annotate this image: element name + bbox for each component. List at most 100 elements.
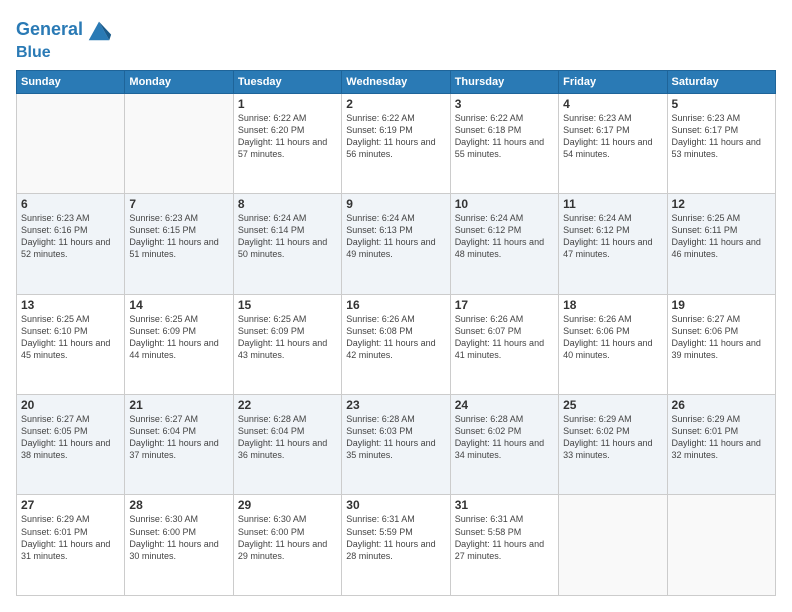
day-info: Sunrise: 6:31 AM Sunset: 5:58 PM Dayligh…	[455, 513, 554, 562]
day-info: Sunrise: 6:28 AM Sunset: 6:02 PM Dayligh…	[455, 413, 554, 462]
day-info: Sunrise: 6:24 AM Sunset: 6:12 PM Dayligh…	[563, 212, 662, 261]
weekday-header-saturday: Saturday	[667, 70, 775, 93]
day-number: 7	[129, 197, 228, 211]
calendar-cell: 15Sunrise: 6:25 AM Sunset: 6:09 PM Dayli…	[233, 294, 341, 394]
day-number: 8	[238, 197, 337, 211]
day-number: 24	[455, 398, 554, 412]
day-info: Sunrise: 6:31 AM Sunset: 5:59 PM Dayligh…	[346, 513, 445, 562]
calendar-cell: 10Sunrise: 6:24 AM Sunset: 6:12 PM Dayli…	[450, 194, 558, 294]
weekday-header-monday: Monday	[125, 70, 233, 93]
logo-text: General	[16, 16, 113, 44]
calendar-cell: 1Sunrise: 6:22 AM Sunset: 6:20 PM Daylig…	[233, 93, 341, 193]
day-number: 14	[129, 298, 228, 312]
day-info: Sunrise: 6:24 AM Sunset: 6:13 PM Dayligh…	[346, 212, 445, 261]
day-number: 30	[346, 498, 445, 512]
day-info: Sunrise: 6:22 AM Sunset: 6:19 PM Dayligh…	[346, 112, 445, 161]
day-info: Sunrise: 6:24 AM Sunset: 6:12 PM Dayligh…	[455, 212, 554, 261]
logo-icon	[85, 16, 113, 44]
day-number: 10	[455, 197, 554, 211]
calendar-cell	[667, 495, 775, 596]
weekday-header-sunday: Sunday	[17, 70, 125, 93]
day-info: Sunrise: 6:25 AM Sunset: 6:11 PM Dayligh…	[672, 212, 771, 261]
calendar-cell: 16Sunrise: 6:26 AM Sunset: 6:08 PM Dayli…	[342, 294, 450, 394]
week-row-0: 1Sunrise: 6:22 AM Sunset: 6:20 PM Daylig…	[17, 93, 776, 193]
calendar-cell	[559, 495, 667, 596]
day-info: Sunrise: 6:30 AM Sunset: 6:00 PM Dayligh…	[238, 513, 337, 562]
calendar-cell: 12Sunrise: 6:25 AM Sunset: 6:11 PM Dayli…	[667, 194, 775, 294]
weekday-header-tuesday: Tuesday	[233, 70, 341, 93]
day-info: Sunrise: 6:25 AM Sunset: 6:09 PM Dayligh…	[238, 313, 337, 362]
day-info: Sunrise: 6:25 AM Sunset: 6:10 PM Dayligh…	[21, 313, 120, 362]
calendar-cell: 2Sunrise: 6:22 AM Sunset: 6:19 PM Daylig…	[342, 93, 450, 193]
day-number: 13	[21, 298, 120, 312]
day-number: 16	[346, 298, 445, 312]
day-number: 6	[21, 197, 120, 211]
calendar-cell: 29Sunrise: 6:30 AM Sunset: 6:00 PM Dayli…	[233, 495, 341, 596]
day-number: 11	[563, 197, 662, 211]
day-number: 23	[346, 398, 445, 412]
day-info: Sunrise: 6:22 AM Sunset: 6:20 PM Dayligh…	[238, 112, 337, 161]
day-number: 12	[672, 197, 771, 211]
day-number: 26	[672, 398, 771, 412]
week-row-3: 20Sunrise: 6:27 AM Sunset: 6:05 PM Dayli…	[17, 395, 776, 495]
day-info: Sunrise: 6:30 AM Sunset: 6:00 PM Dayligh…	[129, 513, 228, 562]
day-info: Sunrise: 6:26 AM Sunset: 6:07 PM Dayligh…	[455, 313, 554, 362]
day-number: 9	[346, 197, 445, 211]
day-info: Sunrise: 6:23 AM Sunset: 6:15 PM Dayligh…	[129, 212, 228, 261]
day-info: Sunrise: 6:28 AM Sunset: 6:03 PM Dayligh…	[346, 413, 445, 462]
day-info: Sunrise: 6:26 AM Sunset: 6:08 PM Dayligh…	[346, 313, 445, 362]
calendar-cell: 28Sunrise: 6:30 AM Sunset: 6:00 PM Dayli…	[125, 495, 233, 596]
calendar-cell: 30Sunrise: 6:31 AM Sunset: 5:59 PM Dayli…	[342, 495, 450, 596]
calendar-cell: 8Sunrise: 6:24 AM Sunset: 6:14 PM Daylig…	[233, 194, 341, 294]
calendar-cell: 27Sunrise: 6:29 AM Sunset: 6:01 PM Dayli…	[17, 495, 125, 596]
calendar-cell: 7Sunrise: 6:23 AM Sunset: 6:15 PM Daylig…	[125, 194, 233, 294]
page: General Blue SundayMondayTuesdayWednesda…	[0, 0, 792, 612]
calendar-cell	[125, 93, 233, 193]
week-row-1: 6Sunrise: 6:23 AM Sunset: 6:16 PM Daylig…	[17, 194, 776, 294]
calendar-cell: 11Sunrise: 6:24 AM Sunset: 6:12 PM Dayli…	[559, 194, 667, 294]
calendar-cell: 9Sunrise: 6:24 AM Sunset: 6:13 PM Daylig…	[342, 194, 450, 294]
week-row-2: 13Sunrise: 6:25 AM Sunset: 6:10 PM Dayli…	[17, 294, 776, 394]
day-number: 21	[129, 398, 228, 412]
day-info: Sunrise: 6:28 AM Sunset: 6:04 PM Dayligh…	[238, 413, 337, 462]
calendar-cell: 13Sunrise: 6:25 AM Sunset: 6:10 PM Dayli…	[17, 294, 125, 394]
day-number: 5	[672, 97, 771, 111]
day-info: Sunrise: 6:23 AM Sunset: 6:17 PM Dayligh…	[672, 112, 771, 161]
logo-blue: Blue	[16, 44, 113, 62]
day-number: 2	[346, 97, 445, 111]
day-info: Sunrise: 6:23 AM Sunset: 6:16 PM Dayligh…	[21, 212, 120, 261]
calendar-cell: 25Sunrise: 6:29 AM Sunset: 6:02 PM Dayli…	[559, 395, 667, 495]
day-number: 3	[455, 97, 554, 111]
calendar-cell: 24Sunrise: 6:28 AM Sunset: 6:02 PM Dayli…	[450, 395, 558, 495]
calendar-cell: 22Sunrise: 6:28 AM Sunset: 6:04 PM Dayli…	[233, 395, 341, 495]
day-number: 19	[672, 298, 771, 312]
calendar-cell: 26Sunrise: 6:29 AM Sunset: 6:01 PM Dayli…	[667, 395, 775, 495]
day-number: 17	[455, 298, 554, 312]
calendar-cell: 21Sunrise: 6:27 AM Sunset: 6:04 PM Dayli…	[125, 395, 233, 495]
calendar-cell: 14Sunrise: 6:25 AM Sunset: 6:09 PM Dayli…	[125, 294, 233, 394]
day-info: Sunrise: 6:27 AM Sunset: 6:06 PM Dayligh…	[672, 313, 771, 362]
week-row-4: 27Sunrise: 6:29 AM Sunset: 6:01 PM Dayli…	[17, 495, 776, 596]
day-info: Sunrise: 6:29 AM Sunset: 6:01 PM Dayligh…	[21, 513, 120, 562]
calendar-cell: 31Sunrise: 6:31 AM Sunset: 5:58 PM Dayli…	[450, 495, 558, 596]
day-info: Sunrise: 6:26 AM Sunset: 6:06 PM Dayligh…	[563, 313, 662, 362]
day-number: 27	[21, 498, 120, 512]
day-number: 31	[455, 498, 554, 512]
logo-general: General	[16, 19, 83, 39]
calendar-cell: 23Sunrise: 6:28 AM Sunset: 6:03 PM Dayli…	[342, 395, 450, 495]
weekday-header-row: SundayMondayTuesdayWednesdayThursdayFrid…	[17, 70, 776, 93]
day-info: Sunrise: 6:27 AM Sunset: 6:05 PM Dayligh…	[21, 413, 120, 462]
header: General Blue	[16, 16, 776, 62]
day-info: Sunrise: 6:29 AM Sunset: 6:01 PM Dayligh…	[672, 413, 771, 462]
weekday-header-wednesday: Wednesday	[342, 70, 450, 93]
day-number: 15	[238, 298, 337, 312]
day-info: Sunrise: 6:22 AM Sunset: 6:18 PM Dayligh…	[455, 112, 554, 161]
calendar-cell: 20Sunrise: 6:27 AM Sunset: 6:05 PM Dayli…	[17, 395, 125, 495]
weekday-header-thursday: Thursday	[450, 70, 558, 93]
day-number: 28	[129, 498, 228, 512]
calendar-cell: 5Sunrise: 6:23 AM Sunset: 6:17 PM Daylig…	[667, 93, 775, 193]
weekday-header-friday: Friday	[559, 70, 667, 93]
calendar-cell: 19Sunrise: 6:27 AM Sunset: 6:06 PM Dayli…	[667, 294, 775, 394]
day-info: Sunrise: 6:29 AM Sunset: 6:02 PM Dayligh…	[563, 413, 662, 462]
day-number: 1	[238, 97, 337, 111]
